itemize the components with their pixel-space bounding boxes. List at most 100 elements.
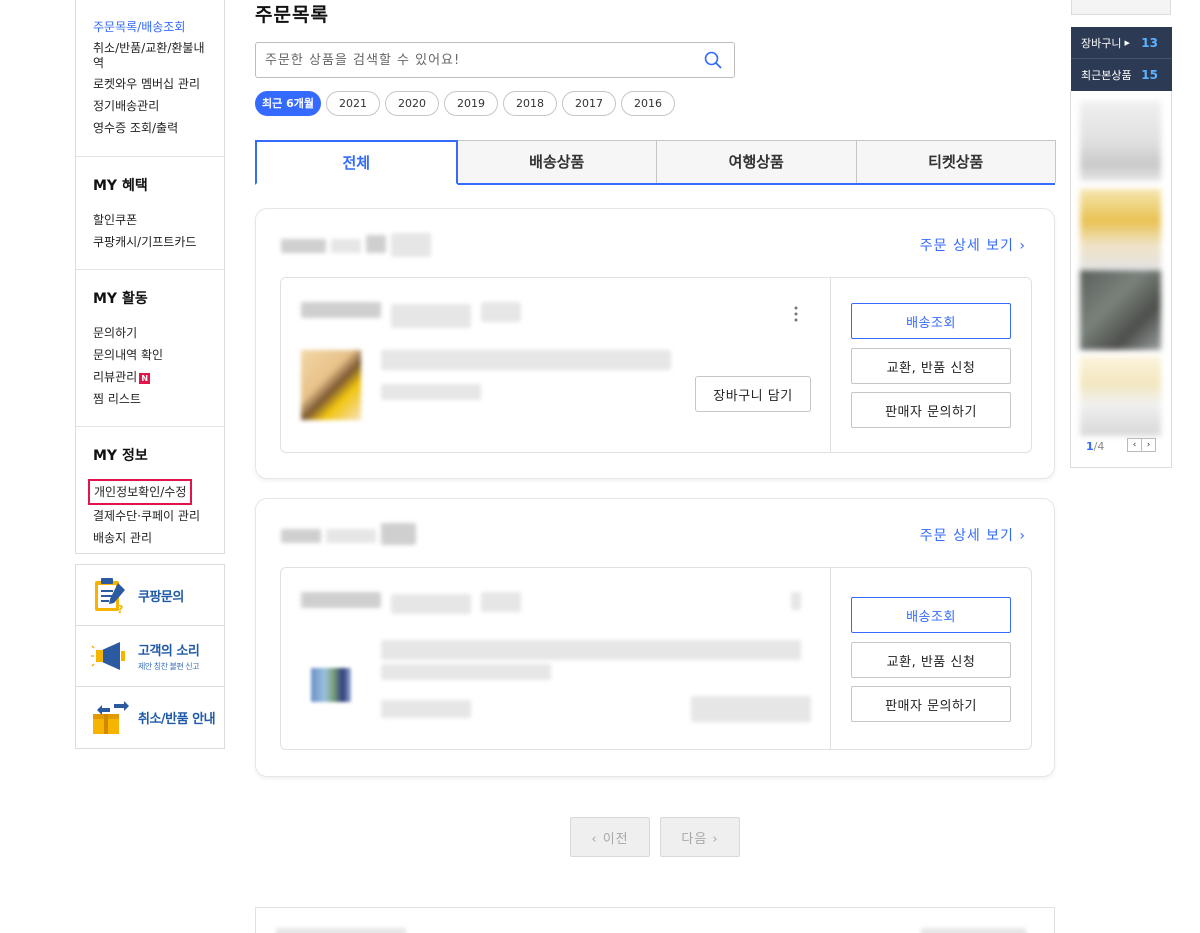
quick-cart[interactable]: 장바구니 ▶ 13 xyxy=(1071,27,1172,59)
coupang-inquiry-label: 쿠팡문의 xyxy=(138,589,184,605)
product-thumbnail xyxy=(301,350,361,420)
chevron-right-icon[interactable]: › xyxy=(1141,438,1156,452)
year-filter-2017[interactable]: 2017 xyxy=(561,91,616,116)
triangle-right-icon: ▶ xyxy=(1124,38,1130,47)
tab-travel[interactable]: 여행상품 xyxy=(656,140,857,183)
quick-recent[interactable]: 최근본상품 15 xyxy=(1071,59,1172,91)
order-card: 주문 상세 보기 › 장바구니 담기 배송조회 교환, 반품 신청 판매자 문의… xyxy=(255,208,1055,479)
more-options-icon[interactable] xyxy=(794,306,798,322)
year-filter-recent-6m[interactable]: 최근 6개월 xyxy=(255,91,321,116)
search-icon[interactable] xyxy=(704,51,722,69)
quick-cart-label: 장바구니 xyxy=(1081,36,1122,50)
next-page-button[interactable]: 다음 › xyxy=(660,817,740,857)
order-detail-link[interactable]: 주문 상세 보기 › xyxy=(920,235,1026,255)
new-badge: N xyxy=(139,373,151,384)
left-sidebar: 주문목록/배송조회 취소/반품/교환/환불내역 로켓와우 멤버십 관리 정기배송… xyxy=(75,0,225,554)
sidebar-benefit-section: MY 혜택 할인쿠폰 쿠팡캐시/기프트카드 xyxy=(76,175,224,270)
sidebar-item-review[interactable]: 리뷰관리 N xyxy=(93,366,207,388)
sidebar-item-inquiry[interactable]: 문의하기 xyxy=(93,322,207,344)
sidebar-item-inquiry-history[interactable]: 문의내역 확인 xyxy=(93,344,207,366)
order-item-info: 장바구니 담기 xyxy=(281,278,831,452)
sidebar-item-address[interactable]: 배송지 관리 xyxy=(93,527,207,549)
order-item-box: 배송조회 교환, 반품 신청 판매자 문의하기 xyxy=(280,567,1032,750)
order-item-info xyxy=(281,568,831,749)
sidebar-activity-section: MY 활동 문의하기 문의내역 확인 리뷰관리 N 찜 리스트 xyxy=(76,288,224,427)
sidebar-item-personal-info[interactable]: 개인정보확인/수정 xyxy=(88,479,193,505)
box-exchange-icon xyxy=(90,698,130,738)
year-filter-2019[interactable]: 2019 xyxy=(443,91,498,116)
order-date-blurred xyxy=(281,231,431,261)
sidebar-benefit-title: MY 혜택 xyxy=(93,178,148,194)
year-filter-2016[interactable]: 2016 xyxy=(620,91,675,116)
customer-voice-text: 고객의 소리 제안 칭찬 불편 신고 xyxy=(138,640,200,672)
track-delivery-button[interactable]: 배송조회 xyxy=(851,303,1011,339)
order-card: 주문 상세 보기 › 배송조회 교환, 반품 신청 판매자 문의하기 xyxy=(255,498,1055,777)
clipboard-icon: ? xyxy=(90,575,130,616)
sidebar-item-payment[interactable]: 결제수단·쿠페이 관리 xyxy=(93,505,207,527)
sidebar-item-coupon[interactable]: 할인쿠폰 xyxy=(93,209,207,231)
tab-delivery[interactable]: 배송상품 xyxy=(456,140,657,183)
sidebar-item-cancel-return[interactable]: 취소/반품/교환/환불내역 xyxy=(93,38,207,73)
prev-page-label: 이전 xyxy=(602,831,629,847)
recent-product-thumb[interactable] xyxy=(1080,189,1161,269)
exchange-return-button[interactable]: 교환, 반품 신청 xyxy=(851,642,1011,678)
year-filter-2020[interactable]: 2020 xyxy=(384,91,439,116)
recent-product-thumb[interactable] xyxy=(1080,101,1161,181)
chevron-left-icon[interactable]: ‹ xyxy=(1127,438,1142,452)
order-actions: 배송조회 교환, 반품 신청 판매자 문의하기 xyxy=(831,278,1031,452)
quick-recent-count: 15 xyxy=(1141,68,1158,82)
svg-text:?: ? xyxy=(117,603,123,615)
order-status-guide-box xyxy=(255,907,1055,933)
sidebar-item-cash-giftcard[interactable]: 쿠팡캐시/기프트카드 xyxy=(93,231,207,253)
year-filter-2021[interactable]: 2021 xyxy=(325,91,380,116)
sidebar-info-title: MY 정보 xyxy=(93,448,148,464)
sidebar-banners: ? 쿠팡문의 고객의 소리 제안 칭찬 불편 신고 취소/반품 안내 xyxy=(75,564,225,749)
order-search-box xyxy=(255,42,735,78)
order-detail-label: 주문 상세 보기 xyxy=(919,238,1014,254)
recent-products-list: 1/4 ‹ › xyxy=(1070,91,1172,468)
seller-inquiry-button[interactable]: 판매자 문의하기 xyxy=(851,392,1011,428)
customer-voice-sub: 제안 칭찬 불편 신고 xyxy=(138,662,200,671)
sidebar-item-order-list[interactable]: 주문목록/배송조회 xyxy=(93,16,207,38)
right-top-banner xyxy=(1071,0,1171,15)
product-thumbnail xyxy=(311,668,351,702)
page-title: 주문목록 xyxy=(255,4,329,26)
exchange-return-button[interactable]: 교환, 반품 신청 xyxy=(851,348,1011,384)
sidebar-info-section: MY 정보 개인정보확인/수정 결제수단·쿠페이 관리 배송지 관리 xyxy=(76,445,224,575)
sidebar-orders-section: 주문목록/배송조회 취소/반품/교환/환불내역 로켓와우 멤버십 관리 정기배송… xyxy=(76,0,224,157)
recent-page-indicator: 1/4 xyxy=(1086,440,1105,453)
order-type-tabs: 전체 배송상품 여행상품 티켓상품 xyxy=(255,140,1056,185)
sidebar-item-review-label: 리뷰관리 xyxy=(93,370,138,384)
recent-page-arrows: ‹ › xyxy=(1127,438,1156,452)
add-to-cart-button[interactable]: 장바구니 담기 xyxy=(695,376,811,412)
sidebar-item-subscription[interactable]: 정기배송관리 xyxy=(93,95,207,117)
tab-ticket[interactable]: 티켓상품 xyxy=(855,140,1056,183)
order-actions: 배송조회 교환, 반품 신청 판매자 문의하기 xyxy=(831,568,1031,749)
order-detail-label: 주문 상세 보기 xyxy=(919,528,1014,544)
pagination: ‹ 이전 다음 › xyxy=(570,817,750,857)
sidebar-activity-title: MY 활동 xyxy=(93,291,148,307)
recent-product-thumb[interactable] xyxy=(1080,356,1161,436)
sidebar-item-receipt[interactable]: 영수증 조회/출력 xyxy=(93,117,207,139)
prev-page-button[interactable]: ‹ 이전 xyxy=(570,817,650,857)
megaphone-icon xyxy=(90,636,130,676)
search-input[interactable] xyxy=(256,43,686,77)
seller-inquiry-button[interactable]: 판매자 문의하기 xyxy=(851,686,1011,722)
recent-product-thumb[interactable] xyxy=(1080,270,1161,350)
order-item-box: 장바구니 담기 배송조회 교환, 반품 신청 판매자 문의하기 xyxy=(280,277,1032,453)
next-page-label: 다음 xyxy=(681,831,708,847)
cancel-guide-banner[interactable]: 취소/반품 안내 xyxy=(76,687,224,748)
order-date-blurred xyxy=(281,521,431,551)
year-filter: 최근 6개월 2021 2020 2019 2018 2017 2016 xyxy=(255,91,680,116)
tab-all[interactable]: 전체 xyxy=(255,140,458,185)
quick-cart-count: 13 xyxy=(1141,35,1158,50)
track-delivery-button[interactable]: 배송조회 xyxy=(851,597,1011,633)
order-detail-link[interactable]: 주문 상세 보기 › xyxy=(920,525,1026,545)
quick-recent-label: 최근본상품 xyxy=(1081,69,1132,82)
year-filter-2018[interactable]: 2018 xyxy=(502,91,557,116)
sidebar-item-rocketwow[interactable]: 로켓와우 멤버십 관리 xyxy=(93,73,207,95)
coupang-inquiry-banner[interactable]: ? 쿠팡문의 xyxy=(76,565,224,626)
sidebar-item-wishlist[interactable]: 찜 리스트 xyxy=(93,388,207,410)
cancel-guide-label: 취소/반품 안내 xyxy=(138,712,216,727)
customer-voice-banner[interactable]: 고객의 소리 제안 칭찬 불편 신고 xyxy=(76,626,224,687)
